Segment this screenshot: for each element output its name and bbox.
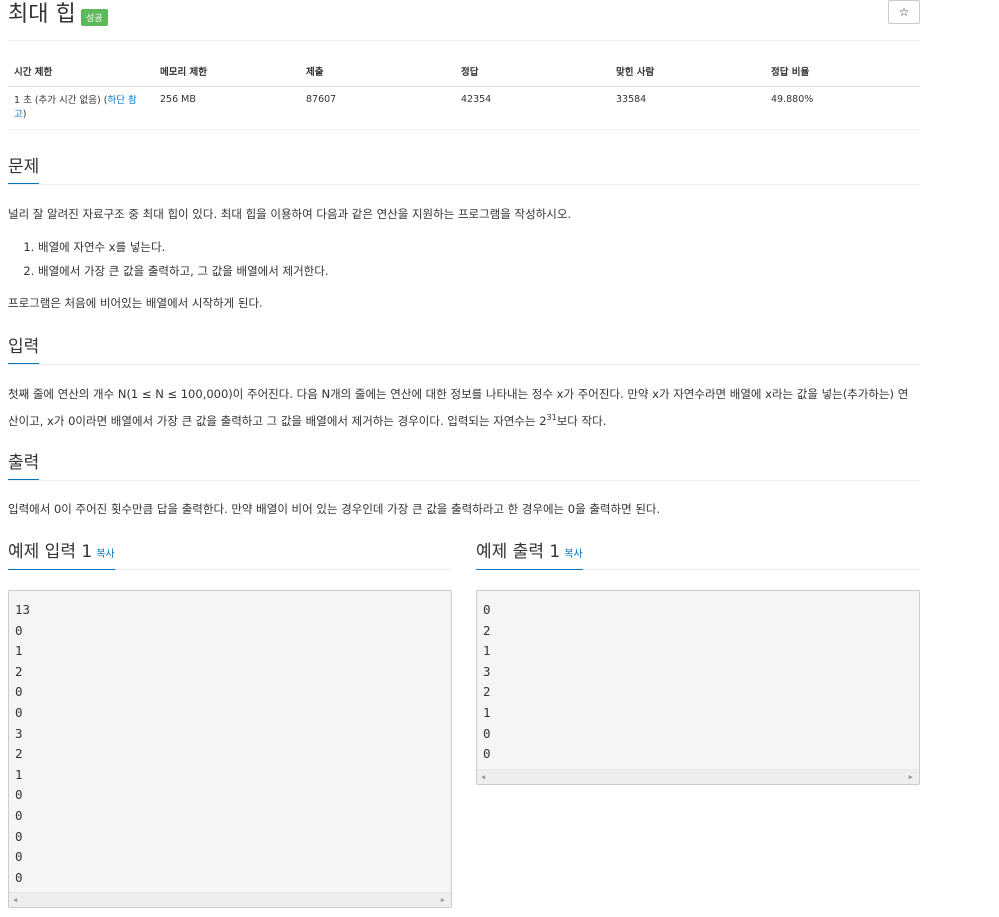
table-header-row: 시간 제한 메모리 제한 제출 정답 맞힌 사람 정답 비율	[8, 58, 920, 87]
sample-output-panel: 예제 출력 1 복사 0 2 1 3 2 1 0 0 ◀ ▶	[476, 537, 920, 785]
accepted-value: 42354	[455, 86, 610, 130]
input-description: 첫째 줄에 연산의 개수 N(1 ≤ N ≤ 100,000)이 주어진다. 다…	[8, 382, 918, 433]
sample-input-panel: 예제 입력 1 복사 13 0 1 2 0 0 3 2 1 0 0 0 0 0 ◀ ▶	[8, 537, 452, 909]
sample-input-lines: 13 0 1 2 0 0 3 2 1 0 0 0 0 0	[9, 591, 451, 892]
code-line: 0	[483, 602, 491, 617]
code-line: 0	[15, 807, 23, 823]
problem-section-header: 문제	[8, 152, 920, 185]
table-row: 1 초 (추가 시간 없음) (하단 참고) 256 MB 87607 4235…	[8, 86, 920, 130]
problem-title: 최대 힙	[8, 2, 76, 27]
problem-description: 널리 잘 알려진 자료구조 중 최대 힙이 있다. 최대 힙을 이용하여 다음과…	[8, 207, 572, 221]
list-item: 배열에 자연수 x를 넣는다.	[38, 235, 328, 259]
horizontal-scrollbar[interactable]: ◀ ▶	[9, 892, 451, 908]
time-limit-cell: 1 초 (추가 시간 없음) (하단 참고)	[8, 86, 154, 130]
operation-list: 배열에 자연수 x를 넣는다. 배열에서 가장 큰 값을 출력하고, 그 값을 …	[8, 235, 328, 283]
sample-input-title-wrap: 예제 입력 1 복사	[8, 537, 115, 570]
input-heading: 입력	[8, 332, 40, 364]
code-line: 2	[483, 684, 491, 700]
sample-input-header: 예제 입력 1 복사	[8, 537, 452, 570]
scroll-left-arrow-icon[interactable]: ◀	[481, 773, 485, 781]
problem-description-2: 프로그램은 처음에 비어있는 배열에서 시작하게 된다.	[8, 296, 263, 310]
problem-info-table: 시간 제한 메모리 제한 제출 정답 맞힌 사람 정답 비율 1 초 (추가 시…	[8, 58, 920, 130]
copy-input-button[interactable]: 복사	[96, 549, 114, 560]
solvers-value: 33584	[610, 86, 765, 130]
output-heading: 출력	[8, 448, 40, 480]
input-section-header: 입력	[8, 332, 920, 365]
input-exponent: 31	[546, 413, 557, 422]
sample-output-title: 예제 출력 1	[476, 542, 561, 562]
list-item: 배열에서 가장 큰 값을 출력하고, 그 값을 배열에서 제거한다.	[38, 259, 328, 283]
code-line: 1	[483, 704, 491, 720]
header-time-limit: 시간 제한	[8, 58, 154, 87]
code-line: 2	[15, 663, 23, 679]
code-line: 0	[15, 684, 23, 700]
scroll-right-arrow-icon[interactable]: ▶	[441, 896, 445, 904]
header-ratio: 정답 비율	[765, 58, 920, 87]
code-line: 0	[15, 787, 23, 803]
code-line: 13	[15, 602, 31, 617]
copy-output-button[interactable]: 복사	[564, 549, 582, 560]
sample-input-title: 예제 입력 1	[8, 542, 93, 562]
input-text-end: 보다 작다.	[556, 413, 607, 428]
code-line: 3	[15, 725, 23, 741]
title-row: 최대 힙 성공 ☆	[8, 0, 920, 41]
header-submissions: 제출	[300, 58, 455, 87]
code-line: 1	[15, 643, 23, 659]
code-line: 0	[15, 828, 23, 844]
sample-output-box[interactable]: 0 2 1 3 2 1 0 0 ◀ ▶	[476, 590, 920, 785]
code-line: 0	[483, 725, 491, 741]
horizontal-scrollbar[interactable]: ◀ ▶	[477, 768, 919, 784]
ratio-value: 49.880%	[765, 86, 920, 130]
code-line: 1	[483, 643, 491, 659]
code-line: 2	[483, 622, 491, 638]
sample-output-lines: 0 2 1 3 2 1 0 0	[477, 591, 919, 769]
code-line: 3	[483, 663, 491, 679]
submissions-value: 87607	[300, 86, 455, 130]
scroll-left-arrow-icon[interactable]: ◀	[13, 896, 17, 904]
header-solvers: 맞힌 사람	[610, 58, 765, 87]
scroll-right-arrow-icon[interactable]: ▶	[909, 773, 913, 781]
sample-output-title-wrap: 예제 출력 1 복사	[476, 537, 583, 570]
code-line: 0	[15, 849, 23, 865]
input-text: 첫째 줄에 연산의 개수 N(1 ≤ N ≤ 100,000)이 주어진다. 다…	[8, 387, 909, 428]
memory-limit-value: 256 MB	[154, 86, 300, 130]
code-line: 0	[15, 704, 23, 720]
time-limit-close: )	[22, 109, 27, 120]
code-line: 0	[483, 746, 491, 762]
code-line: 1	[15, 766, 23, 782]
code-line: 2	[15, 746, 23, 762]
output-description: 입력에서 0이 주어진 횟수만큼 답을 출력한다. 만약 배열이 비어 있는 경…	[8, 502, 661, 516]
sample-output-header: 예제 출력 1 복사	[476, 537, 920, 570]
header-memory-limit: 메모리 제한	[154, 58, 300, 87]
time-limit-value: 1 초 (추가 시간 없음) (	[14, 95, 108, 106]
output-section-header: 출력	[8, 448, 920, 481]
problem-heading: 문제	[8, 152, 40, 184]
sample-input-box[interactable]: 13 0 1 2 0 0 3 2 1 0 0 0 0 0 ◀ ▶	[8, 590, 452, 909]
status-badge: 성공	[81, 9, 108, 26]
code-line: 0	[15, 869, 23, 885]
code-line: 0	[15, 622, 23, 638]
header-accepted: 정답	[455, 58, 610, 87]
star-button[interactable]: ☆	[888, 0, 920, 24]
